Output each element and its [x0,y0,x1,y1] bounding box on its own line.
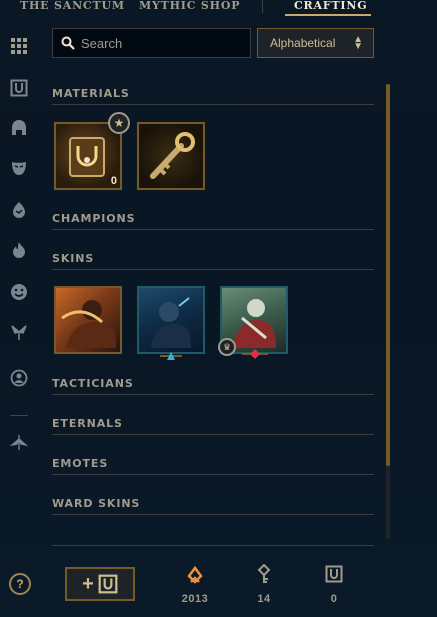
rarity-indicator [240,347,270,359]
chest-icon[interactable] [9,78,29,98]
chest-icon [98,574,118,594]
section-title-skins: SKINS [52,252,95,265]
search-icon [61,36,75,50]
section-title-materials: MATERIALS [52,87,130,100]
tab-the-sanctum[interactable]: THE SANCTUM [20,0,125,12]
grid-icon[interactable] [9,36,29,56]
helmet-icon[interactable] [9,118,29,138]
ward-icon[interactable] [9,322,29,342]
currency-key-fragments: 14 [244,563,284,605]
footer-divider [52,545,374,546]
material-tile-chest[interactable]: 0 [54,122,122,190]
section-title-eternals: ETERNALS [52,417,123,430]
material-count: 0 [110,175,117,187]
section-divider [52,394,374,395]
orange-essence-icon [187,565,203,584]
tab-crafting[interactable]: CRAFTING [294,0,367,12]
section-divider [52,269,374,270]
section-title-champions: CHAMPIONS [52,212,136,225]
active-tab-underline [285,14,371,16]
skin-tile[interactable] [137,286,205,354]
section-title-ward-skins: WARD SKINS [52,497,141,510]
section-divider [52,434,374,435]
search-input[interactable] [81,35,241,51]
hextech-key-icon [150,132,195,179]
section-title-emotes: EMOTES [52,457,109,470]
scrollbar-thumb[interactable] [386,84,390,466]
skin-art-icon [151,297,191,348]
key-fragment-count: 14 [257,593,271,605]
mastery-badge-icon: ♛ [218,338,236,356]
skin-tile[interactable] [54,286,122,354]
section-divider [52,514,374,515]
mask-icon[interactable] [9,158,29,178]
add-label: + [82,572,94,595]
section-divider [52,474,374,475]
rarity-indicator [158,348,184,360]
mastery-star-badge-icon: ★ [108,112,130,134]
wings-icon[interactable] [9,432,29,452]
section-title-tacticians: TACTICIANS [52,377,134,390]
top-nav: THE SANCTUM MYTHIC SHOP CRAFTING [0,0,437,16]
section-divider [52,104,374,105]
skin-art-icon [61,300,116,348]
search-box[interactable] [52,28,251,58]
sidebar-divider [10,415,28,416]
sort-dropdown[interactable]: Alphabetical ▲ ▼ [257,28,374,58]
chest-count: 0 [330,593,338,605]
tab-mythic-shop[interactable]: MYTHIC SHOP [139,0,240,12]
help-button[interactable]: ? [9,573,31,595]
add-chest-button[interactable]: + [65,567,135,601]
currency-chests: 0 [314,563,354,605]
material-tile-key[interactable] [137,122,205,190]
currency-orange-essence: 2013 [175,563,215,605]
sort-selected-value: Alphabetical [270,36,336,50]
chevron-updown-icon: ▲ ▼ [353,34,363,52]
nav-separator [262,0,263,13]
profile-icon[interactable] [9,368,29,388]
orange-essence-count: 2013 [181,593,209,605]
section-divider [52,229,374,230]
flame-icon[interactable] [9,240,29,260]
chest-count-icon [325,565,343,583]
key-fragment-icon [257,564,271,583]
egg-icon[interactable] [9,200,29,220]
emote-icon[interactable] [9,282,29,302]
